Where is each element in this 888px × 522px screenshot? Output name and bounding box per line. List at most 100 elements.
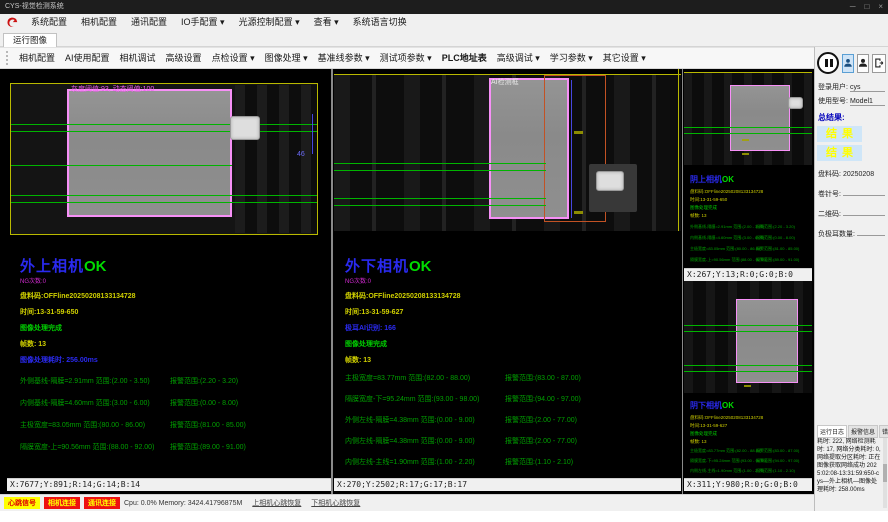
tool-image-processing[interactable]: 图像处理 ▾ xyxy=(260,48,313,68)
menu-item-system-config[interactable]: 系统配置 xyxy=(24,14,74,31)
alarm-range: 报警范围:(2.20 - 3.20) xyxy=(756,224,795,230)
user-login-button[interactable] xyxy=(842,54,854,73)
close-icon[interactable]: × xyxy=(878,0,883,14)
blue-measure-label: 46 xyxy=(297,151,305,158)
logout-icon xyxy=(873,57,885,69)
camera-view-outer-bottom[interactable]: AI检测框 外下相机OK NG次数:0 盘料码:OFFline202502081… xyxy=(334,69,681,494)
tiny-measure-label xyxy=(742,153,749,155)
tool-advanced-settings[interactable]: 高级设置 xyxy=(161,48,207,68)
battery-cell-region xyxy=(67,89,232,217)
user-manage-button[interactable] xyxy=(857,54,869,73)
log-tab-run[interactable]: 运行日志 xyxy=(817,425,847,438)
camera-view-inner-top[interactable]: 阴上相机OK 盘料码:OFFline20250208133134728 时间:1… xyxy=(684,69,812,281)
toolbar-grip-icon xyxy=(6,51,10,65)
login-user-field: 登录用户: cys xyxy=(818,82,885,92)
measure-row: 内侧基线-隔膜=4.60mm 范围:(3.00 - 6.00)报警范围:(0.0… xyxy=(690,235,808,241)
measure-value: 主极宽度=83.05mm 范围:(80.00 - 86.00) xyxy=(20,420,170,430)
blue-measure-line xyxy=(312,114,313,154)
window-controls: ─ □ × xyxy=(850,0,883,14)
camera-view-inner-bottom[interactable]: 阴下相机OK 盘料码:OFFline20250208133134728 时间:1… xyxy=(684,281,812,494)
pause-button[interactable] xyxy=(817,52,839,74)
tool-camera-config[interactable]: 相机配置 xyxy=(14,48,60,68)
window-bottom-margin xyxy=(0,511,888,522)
result-info-outer-bottom: 外下相机OK NG次数:0 盘料码:OFFline202502081331347… xyxy=(345,255,675,499)
measurement-rows: 外侧基线-隔膜=2.91mm 范围:(2.00 - 3.50)报警范围:(2.2… xyxy=(690,224,808,263)
measure-value: 主极宽度=83.77mm 范围:(82.00 - 88.00) xyxy=(690,448,756,454)
alarm-range: 报警范围:(81.00 - 85.00) xyxy=(756,246,799,252)
menu-item-comm-config[interactable]: 通讯配置 xyxy=(124,14,174,31)
scroll-thumb[interactable] xyxy=(883,464,887,482)
view-divider xyxy=(331,69,333,494)
needle-field: 卷针号: xyxy=(818,188,885,199)
tool-advanced-debug[interactable]: 高级调试 ▾ xyxy=(492,48,545,68)
maximize-icon[interactable]: □ xyxy=(864,0,869,14)
camera-title: 外下相机 xyxy=(345,258,409,275)
electrode-tab xyxy=(788,97,803,109)
side-panel: 登录用户: cys 使用型号: Model1 总结果: 结果 结果 盘料码: 2… xyxy=(814,47,888,512)
menu-item-language-switch[interactable]: 系统语言切换 xyxy=(346,14,414,31)
pixel-coord-bar: X:311;Y:980;R:0;G:0;B:0 xyxy=(684,478,812,491)
log-tab-error[interactable]: 错误信息 xyxy=(879,425,888,438)
camera-view-outer-top[interactable]: 46 灰度阈值:93, 动态阈值:100 外上相机OK NG次数:0 盘料码:O… xyxy=(7,69,331,494)
log-scrollbar[interactable] xyxy=(883,438,887,508)
top-camera-heartbeat-link[interactable]: 上相机心跳恢复 xyxy=(252,498,301,508)
menu-item-view[interactable]: 查看 ▾ xyxy=(307,14,346,31)
camera-image-inner-bottom[interactable] xyxy=(684,281,812,393)
measure-row: 隔膜宽度-上=90.56mm 范围:(88.00 - 92.00)报警范围:(8… xyxy=(20,442,325,452)
window-title: CYS-视觉检测系统 xyxy=(5,3,64,10)
elapsed-line: 图像处理耗时: 256.00ms xyxy=(20,355,325,365)
camera-image-inner-top[interactable] xyxy=(684,69,812,165)
camera-title: 阴下相机 xyxy=(690,401,722,410)
measure-row: 主极宽度=83.77mm 范围:(82.00 - 88.00)报警范围:(83.… xyxy=(690,448,808,454)
alarm-range: 报警范围:(89.00 - 91.00) xyxy=(170,442,246,452)
tab-run-image[interactable]: 运行图像 xyxy=(3,33,57,47)
result-box-bottom: 结果 xyxy=(817,145,862,161)
barcode-line: 盘料码:OFFline20250208133134728 xyxy=(345,291,675,301)
login-user-value[interactable]: cys xyxy=(850,84,885,92)
tool-camera-debug[interactable]: 相机调试 xyxy=(115,48,161,68)
camera-link-badge: 相机连接 xyxy=(44,497,80,509)
measure-line xyxy=(684,371,812,372)
measure-value: 隔膜宽度-下=95.24mm 范围:(93.00 - 98.00) xyxy=(690,458,756,464)
camera-title: 阴上相机 xyxy=(690,175,722,184)
heartbeat-badge: 心跳信号 xyxy=(4,497,40,509)
log-tab-strip: 运行日志 报警信息 错误信息 xyxy=(817,425,888,438)
alarm-range: 报警范围:(1.10 - 2.10) xyxy=(505,457,573,467)
minimize-icon[interactable]: ─ xyxy=(850,0,856,14)
alarm-range: 报警范围:(0.00 - 8.00) xyxy=(756,235,795,241)
tool-test-params[interactable]: 测试项参数 ▾ xyxy=(375,48,437,68)
needle-value[interactable] xyxy=(843,188,885,196)
machine-background xyxy=(235,85,317,233)
camera-image-outer-bottom[interactable]: AI检测框 xyxy=(334,69,681,231)
tool-other-settings[interactable]: 其它设置 ▾ xyxy=(598,48,651,68)
bottom-camera-heartbeat-link[interactable]: 下相机心跳恢复 xyxy=(311,498,360,508)
tab-strip: 运行图像 xyxy=(0,31,888,47)
qr-value[interactable] xyxy=(843,208,885,216)
tool-spot-check[interactable]: 点检设置 ▾ xyxy=(207,48,260,68)
model-value[interactable]: Model1 xyxy=(850,98,885,106)
tool-learning-params[interactable]: 学习参数 ▾ xyxy=(545,48,598,68)
tool-baseline-params[interactable]: 基准线参数 ▾ xyxy=(313,48,375,68)
exit-button[interactable] xyxy=(872,54,886,73)
measure-row: 主极宽度=83.05mm 范围:(80.00 - 86.00)报警范围:(81.… xyxy=(20,420,325,430)
menu-item-light-config[interactable]: 光源控制配置 ▾ xyxy=(232,14,307,31)
camera-image-outer-top[interactable]: 46 灰度阈值:93, 动态阈值:100 xyxy=(7,69,331,241)
threshold-overlay-label: 灰度阈值:93, 动态阈值:100 xyxy=(71,84,154,94)
neg-tab-count-value[interactable] xyxy=(857,228,885,236)
pause-icon xyxy=(825,59,828,67)
measure-value: 内侧左线-隔膜=4.38mm 范围:(0.00 - 9.00) xyxy=(345,436,505,446)
log-tab-alarm[interactable]: 报警信息 xyxy=(848,425,878,438)
tool-ai-use-config[interactable]: AI使用配置 xyxy=(60,48,115,68)
tool-plc-address-table[interactable]: PLC地址表 xyxy=(437,48,492,68)
qr-label: 二维码: xyxy=(818,209,841,219)
measure-row: 内侧左线-隔膜=4.38mm 范围:(0.00 - 9.00)报警范围:(2.0… xyxy=(345,436,675,446)
qr-field: 二维码: xyxy=(818,208,885,219)
frame-count-line: 帧数: 13 xyxy=(690,439,808,445)
roi-line xyxy=(678,69,679,231)
measure-value: 外侧左线-隔膜=4.38mm 范围:(0.00 - 9.00) xyxy=(345,415,505,425)
menu-item-io-config[interactable]: IO手配置 ▾ xyxy=(174,14,232,31)
measure-row: 外侧基线-隔膜=2.91mm 范围:(2.00 - 3.50)报警范围:(2.2… xyxy=(690,224,808,230)
measurement-rows: 外侧基线-隔膜=2.91mm 范围:(2.00 - 3.50)报警范围:(2.2… xyxy=(20,376,325,452)
neg-tab-count-field: 负极耳数量: xyxy=(818,228,885,239)
menu-item-camera-config[interactable]: 相机配置 xyxy=(74,14,124,31)
